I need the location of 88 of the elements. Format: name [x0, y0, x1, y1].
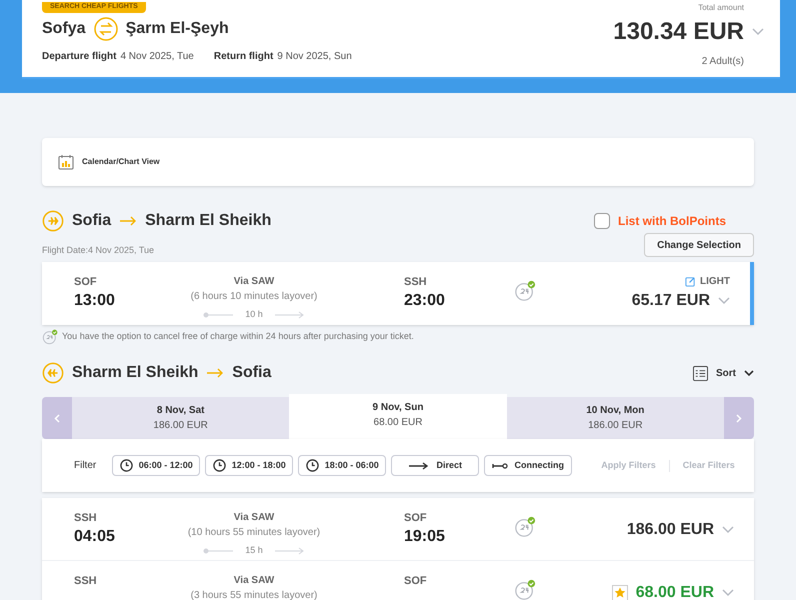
filter-button[interactable]: 12:00 - 18:00 [205, 455, 294, 476]
date-label: 9 Nov, Sun [372, 400, 424, 414]
filter-button[interactable]: Direct [391, 455, 480, 476]
free-cancel-24h-icon [514, 280, 536, 302]
via-text: Via SAW [234, 275, 274, 289]
route-start-line [203, 548, 233, 554]
layover-text: (6 hours 10 minutes layover) [190, 290, 318, 304]
return-date: 9 Nov 2025, Sun [277, 50, 352, 64]
route-origin: Sharm El Sheikh [72, 363, 198, 383]
next-date-button[interactable] [724, 397, 754, 439]
arrow-right-icon [408, 460, 430, 470]
airport-code: SOF [404, 574, 428, 589]
calendar-chart-icon [58, 154, 74, 170]
via-text: Via SAW [234, 574, 274, 588]
free-cancel-24h-icon [42, 329, 58, 345]
calendar-view-label: Calendar/Chart View [82, 156, 160, 168]
chevron-down-icon[interactable] [722, 526, 734, 534]
edit-icon [685, 276, 696, 287]
chevron-right-icon [736, 414, 742, 422]
bolpoints-checkbox[interactable] [594, 213, 610, 229]
destination-city: Şarm El-Şeyh [126, 18, 229, 38]
date-label: 8 Nov, Sat [156, 404, 204, 418]
chevron-down-icon[interactable] [718, 297, 730, 305]
sort-list-icon [693, 366, 708, 380]
chevron-down-icon[interactable] [752, 28, 764, 36]
origin-city: Sofya [42, 18, 86, 38]
departure-date: 4 Nov 2025, Tue [120, 50, 194, 64]
date-label: 10 Nov, Mon [586, 404, 644, 418]
filter-button[interactable]: 18:00 - 06:00 [298, 455, 386, 476]
free-cancellation-note: You have the option to cancel free of charge within 24 hours after purchasing your ticket. [62, 330, 414, 344]
total-price: 130.34 EUR [613, 17, 744, 47]
chevron-down-icon [744, 370, 754, 376]
date-price: 186.00 EUR [153, 419, 208, 433]
arrival-time: 19:05 [404, 526, 446, 546]
flight-row[interactable]: SSH Via SAW (3 hours 55 minutes layover) SOF 68.00 EUR [42, 561, 754, 600]
clock-icon [212, 459, 226, 472]
route-destination: Sharm El Sheikh [145, 211, 272, 231]
previous-date-button[interactable] [42, 397, 72, 439]
return-label: Return flight [214, 50, 274, 64]
filter-button[interactable]: Connecting [484, 455, 572, 476]
flight-row[interactable]: SSH 04:05 Via SAW (10 hours 55 minutes layover) 15 h SOF 19:05 186.00 EUR [42, 498, 754, 561]
filter-button[interactable]: 06:00 - 12:00 [112, 455, 200, 476]
departure-label: Departure flight [42, 50, 116, 64]
departure-time: 13:00 [74, 290, 116, 310]
flight-date: Flight Date:4 Nov 2025, Tue [42, 244, 154, 257]
route-origin: Sofia [72, 211, 112, 231]
free-cancel-24h-icon [514, 579, 536, 600]
price-text: 186.00 EUR [626, 520, 714, 540]
date-price: 68.00 EUR [374, 416, 422, 430]
arrow-right-icon [206, 368, 224, 378]
departure-time: 04:05 [74, 526, 116, 546]
date-tab[interactable]: 8 Nov, Sat 186.00 EUR [72, 397, 290, 439]
layover-text: (10 hours 55 minutes layover) [188, 526, 320, 540]
airport-code: SOF [74, 275, 98, 290]
route-end-arrow [275, 310, 305, 319]
swap-icon[interactable] [94, 16, 118, 40]
airport-code: SSH [74, 511, 98, 526]
route-destination: Sofia [232, 363, 272, 383]
via-text: Via SAW [234, 511, 274, 525]
chevron-left-icon [54, 414, 60, 422]
layover-text: (3 hours 55 minutes layover) [190, 589, 318, 600]
chevron-down-icon[interactable] [722, 589, 734, 597]
change-selection-button[interactable]: Change Selection [644, 233, 754, 257]
date-price: 186.00 EUR [588, 419, 643, 433]
free-cancel-24h-icon [514, 516, 536, 538]
airport-code: SSH [404, 275, 428, 290]
connecting-line-icon [492, 462, 508, 470]
sort-button[interactable]: Sort [693, 366, 754, 380]
flight-row[interactable]: SOF 13:00 Via SAW (6 hours 10 minutes layover) 10 h SSH 23:00 LIGHT 65.17 EUR [42, 262, 754, 325]
filter-label: Filter [74, 459, 96, 473]
airport-code: SOF [404, 511, 428, 526]
clock-icon [306, 459, 319, 472]
duration-text: 15 h [245, 544, 263, 557]
total-amount-label: Total amount [698, 2, 744, 14]
clock-icon [120, 459, 133, 472]
route-start-line [203, 312, 233, 318]
passenger-count: 2 Adult(s) [702, 55, 744, 69]
route-end-arrow [275, 546, 305, 555]
fare-type: LIGHT [700, 275, 730, 289]
date-tab[interactable]: 10 Nov, Mon 186.00 EUR [506, 397, 724, 439]
price-text: 65.17 EUR [632, 291, 710, 311]
duration-text: 10 h [245, 308, 263, 321]
calendar-view-card[interactable]: Calendar/Chart View [42, 138, 754, 186]
arrival-time: 23:00 [404, 290, 446, 310]
arrow-right-icon [119, 216, 138, 226]
price-text: 68.00 EUR [636, 583, 714, 600]
date-tab[interactable]: 9 Nov, Sun 68.00 EUR [289, 394, 507, 439]
airport-code: SSH [74, 574, 98, 589]
